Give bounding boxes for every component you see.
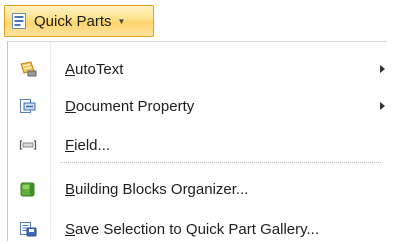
submenu-arrow-icon (380, 102, 385, 110)
menu-item-label: Document Property (65, 97, 195, 115)
menu-item-label: Field... (65, 136, 111, 154)
menu-item-label: Building Blocks Organizer... (65, 180, 249, 198)
menu-item-save-selection[interactable]: Save Selection to Quick Part Gallery... (8, 214, 387, 244)
field-icon (19, 137, 37, 153)
menu-item-document-property[interactable]: Document Property (8, 91, 387, 121)
menu-item-label: AutoText (65, 60, 124, 78)
menu-item-autotext[interactable]: AutoText (8, 54, 387, 84)
submenu-arrow-icon (380, 65, 385, 73)
document-property-icon (19, 98, 37, 114)
menu-separator (60, 162, 381, 163)
quick-parts-menu: AutoText Document Property Field... Buil… (7, 41, 387, 241)
chevron-down-icon: ▼ (117, 16, 126, 26)
quick-parts-button[interactable]: Quick Parts ▼ (4, 5, 154, 37)
save-selection-icon (19, 221, 37, 237)
menu-item-field[interactable]: Field... (8, 130, 387, 160)
quick-parts-label: Quick Parts (34, 12, 112, 30)
building-blocks-icon (19, 181, 37, 197)
menu-item-building-blocks-organizer[interactable]: Building Blocks Organizer... (8, 174, 387, 204)
menu-item-label: Save Selection to Quick Part Gallery... (65, 220, 320, 238)
autotext-icon (19, 61, 37, 77)
quick-parts-icon (12, 13, 26, 29)
